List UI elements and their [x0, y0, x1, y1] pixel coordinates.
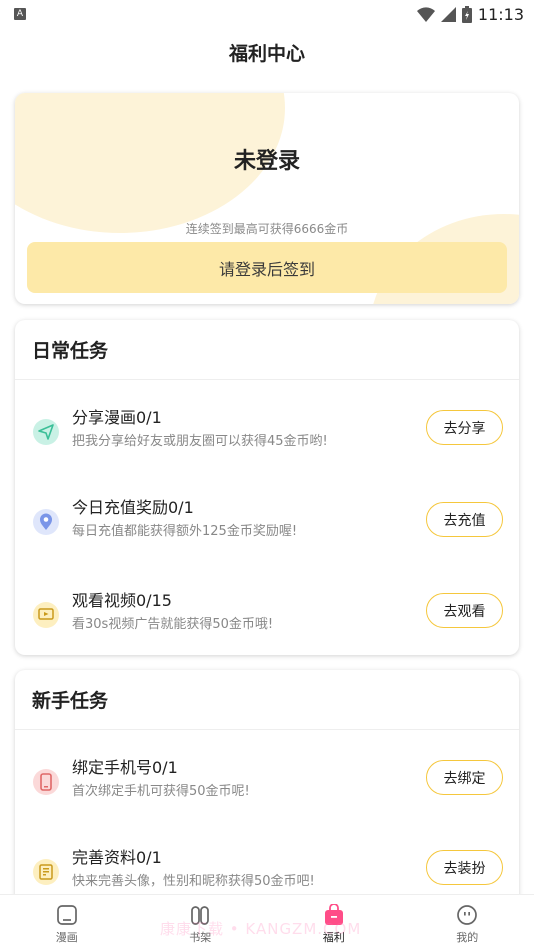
task-name: 今日充值奖励0/1: [72, 498, 194, 517]
wifi-icon: [416, 6, 435, 22]
task-name: 完善资料0/1: [72, 848, 162, 867]
battery-icon: [461, 5, 472, 23]
daily-tasks-card: 日常任务 分享漫画0/1 把我分享给好友或朋友圈可以获得45金币哟! 去分享 今…: [15, 320, 519, 655]
watermark: 康康下载 • KANGZM.COM: [160, 920, 362, 938]
tab-label: 漫画: [55, 931, 78, 944]
location-pin-icon: [33, 509, 59, 535]
task-bind-phone: 绑定手机号0/1 首次绑定手机可获得50金币呢! 去绑定: [15, 750, 519, 810]
bind-button[interactable]: 去绑定: [426, 760, 503, 795]
status-right: 11:13: [416, 4, 524, 24]
task-name: 绑定手机号0/1: [72, 758, 178, 777]
section-title: 新手任务: [15, 670, 519, 730]
task-video: 观看视频0/15 看30s视频广告就能获得50金币哦! 去观看: [15, 583, 519, 643]
task-desc: 看30s视频广告就能获得50金币哦!: [72, 617, 274, 632]
task-desc: 快来完善头像，性别和昵称获得50金币吧!: [72, 874, 315, 889]
task-profile: 完善资料0/1 快来完善头像，性别和昵称获得50金币吧! 去装扮: [15, 840, 519, 900]
watch-button[interactable]: 去观看: [426, 593, 503, 628]
tab-mine[interactable]: 我的: [401, 895, 534, 950]
page-title: 福利中心: [228, 42, 305, 65]
clock: 11:13: [477, 4, 524, 24]
send-icon: [33, 419, 59, 445]
face-icon: [457, 905, 478, 925]
login-status[interactable]: 未登录: [15, 143, 519, 175]
signal-icon: [440, 6, 456, 22]
tab-label: 我的: [456, 931, 479, 944]
signin-card: 未登录 连续签到最高可获得6666金币 请登录后签到: [15, 93, 519, 304]
task-desc: 首次绑定手机可获得50金币呢!: [72, 784, 250, 799]
task-desc: 把我分享给好友或朋友圈可以获得45金币哟!: [72, 434, 328, 449]
task-name: 观看视频0/15: [72, 591, 172, 610]
task-name: 分享漫画0/1: [72, 408, 162, 427]
profile-card-icon: [33, 859, 59, 885]
task-share: 分享漫画0/1 把我分享给好友或朋友圈可以获得45金币哟! 去分享: [15, 400, 519, 460]
task-recharge: 今日充值奖励0/1 每日充值都能获得额外125金币奖励喔! 去充值: [15, 490, 519, 550]
tab-comics[interactable]: 漫画: [0, 895, 134, 950]
status-bar: A 11:13: [0, 0, 534, 28]
phone-icon: [33, 769, 59, 795]
recharge-button[interactable]: 去充值: [426, 502, 503, 537]
comic-icon: [56, 905, 77, 925]
share-button[interactable]: 去分享: [426, 410, 503, 445]
notification-icon: A: [14, 8, 26, 20]
dress-up-button[interactable]: 去装扮: [426, 850, 503, 885]
signin-button[interactable]: 请登录后签到: [27, 242, 507, 293]
video-icon: [33, 602, 59, 628]
section-title: 日常任务: [15, 320, 519, 380]
signin-hint: 连续签到最高可获得6666金币: [185, 222, 349, 236]
task-desc: 每日充值都能获得额外125金币奖励喔!: [72, 524, 298, 539]
